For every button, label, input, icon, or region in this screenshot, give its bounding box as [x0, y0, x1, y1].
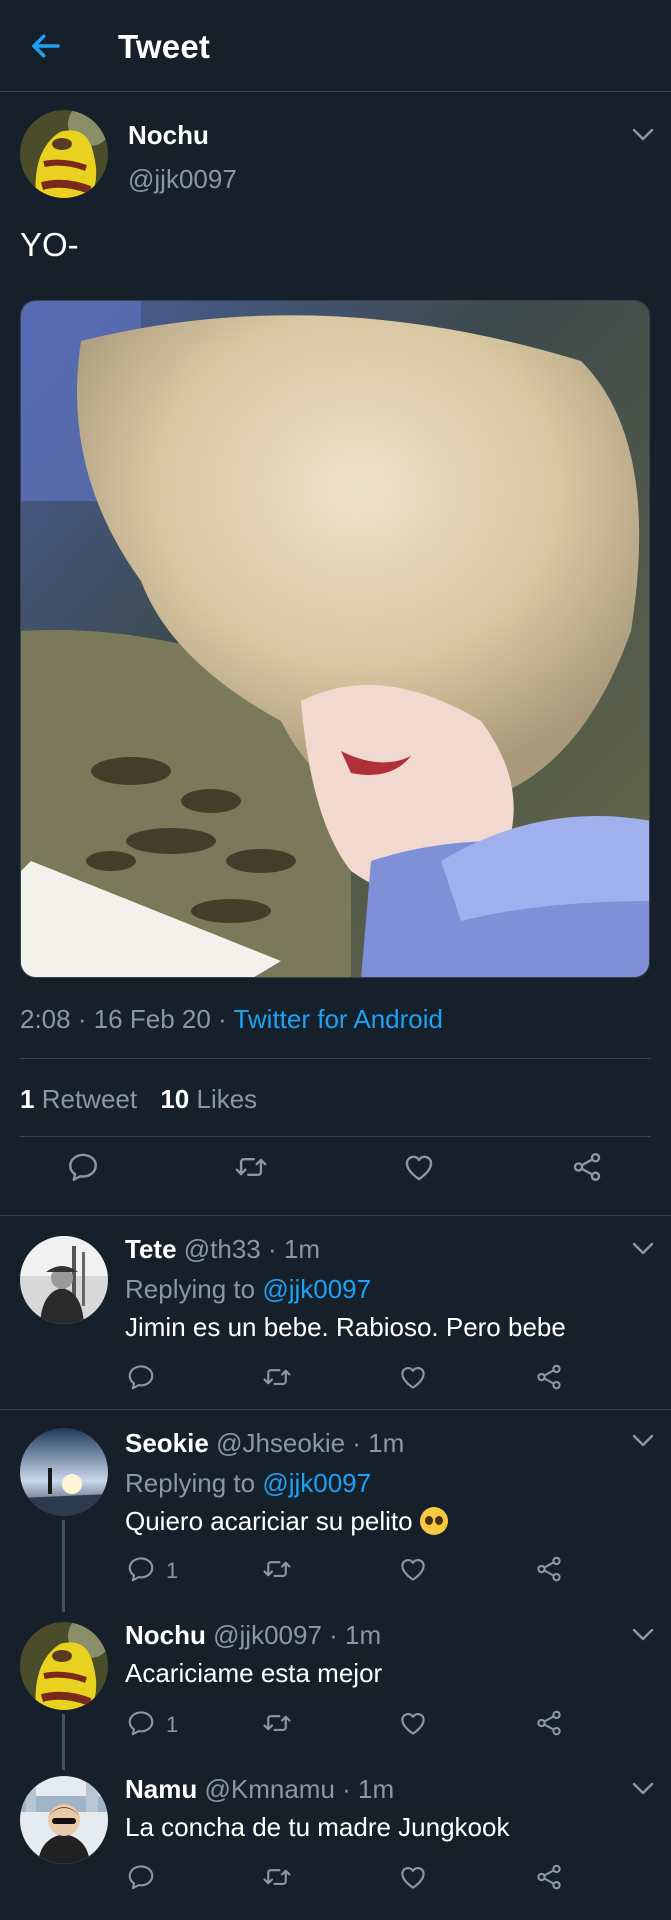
- arrow-left-icon[interactable]: [28, 28, 64, 64]
- chevron-down-icon[interactable]: [632, 1782, 654, 1796]
- top-bar: Tweet: [0, 0, 671, 92]
- avatar[interactable]: [20, 110, 108, 198]
- avatar[interactable]: [20, 1622, 108, 1710]
- like-icon[interactable]: [398, 1554, 428, 1584]
- like-icon[interactable]: [398, 1708, 428, 1738]
- like-icon[interactable]: [398, 1362, 428, 1392]
- reply-item[interactable]: Tete @th33 · 1m Replying to @jjk0097 Jim…: [0, 1216, 671, 1410]
- reply-text: Quiero acariciar su pelito: [125, 1506, 448, 1537]
- reply-icon[interactable]: [126, 1862, 156, 1892]
- share-icon[interactable]: [534, 1554, 564, 1584]
- share-icon[interactable]: [534, 1362, 564, 1392]
- share-icon[interactable]: [534, 1708, 564, 1738]
- reply-icon[interactable]: [126, 1554, 156, 1584]
- retweet-icon[interactable]: [262, 1362, 292, 1392]
- like-icon[interactable]: [398, 1862, 428, 1892]
- share-icon[interactable]: [570, 1150, 604, 1184]
- reply-header: Tete @th33 · 1m: [125, 1234, 320, 1265]
- reply-author-handle[interactable]: @Jhseokie · 1m: [216, 1428, 404, 1458]
- replying-to-link[interactable]: @jjk0097: [262, 1468, 371, 1498]
- retweet-icon[interactable]: [262, 1708, 292, 1738]
- reply-icon[interactable]: [126, 1708, 156, 1738]
- retweet-icon[interactable]: [262, 1862, 292, 1892]
- reply-author-handle[interactable]: @jjk0097 · 1m: [213, 1620, 381, 1650]
- tweet-text: YO-: [20, 226, 79, 263]
- chevron-down-icon[interactable]: [632, 1242, 654, 1256]
- reply-author-handle[interactable]: @th33 · 1m: [184, 1234, 320, 1264]
- reply-count: 1: [166, 1712, 179, 1737]
- replying-to-link[interactable]: @jjk0097: [262, 1274, 371, 1304]
- like-icon[interactable]: [402, 1150, 436, 1184]
- reply-author-name[interactable]: Tete: [125, 1234, 177, 1264]
- retweet-icon[interactable]: [234, 1150, 268, 1184]
- retweet-count[interactable]: 1 Retweet: [20, 1084, 137, 1114]
- like-count[interactable]: 10 Likes: [160, 1084, 257, 1114]
- avatar[interactable]: [20, 1428, 108, 1516]
- pleading-face-emoji: [419, 1507, 448, 1535]
- reply-header: Seokie @Jhseokie · 1m: [125, 1428, 404, 1459]
- reply-header: Nochu @jjk0097 · 1m: [125, 1620, 381, 1651]
- avatar[interactable]: [20, 1236, 108, 1324]
- reply-text: Jimin es un bebe. Rabioso. Pero bebe: [125, 1312, 566, 1342]
- tweet-photo[interactable]: [20, 300, 650, 978]
- replying-to: Replying to @jjk0097: [125, 1274, 372, 1304]
- reply-author-name[interactable]: Namu: [125, 1774, 197, 1804]
- reply-count: 1: [166, 1558, 179, 1583]
- reply-item[interactable]: Namu @Kmnamu · 1m La concha de tu madre …: [0, 1748, 671, 1920]
- author-name[interactable]: Nochu: [128, 120, 209, 151]
- reply-header: Namu @Kmnamu · 1m: [125, 1774, 394, 1805]
- share-icon[interactable]: [534, 1862, 564, 1892]
- reply-icon[interactable]: [126, 1362, 156, 1392]
- reply-text: Acariciame esta mejor: [125, 1658, 383, 1688]
- reply-item[interactable]: Seokie @Jhseokie · 1m Replying to @jjk00…: [0, 1410, 671, 1594]
- tweet-actions: [0, 1150, 671, 1190]
- reply-icon[interactable]: [66, 1150, 100, 1184]
- reply-author-name[interactable]: Seokie: [125, 1428, 209, 1458]
- reply-author-handle[interactable]: @Kmnamu · 1m: [204, 1774, 394, 1804]
- divider: [20, 1136, 651, 1137]
- tweet-stats: 1 Retweet 10 Likes: [20, 1084, 257, 1115]
- tweet-timestamp: 2:08 · 16 Feb 20 · Twitter for Android: [20, 1004, 443, 1034]
- chevron-down-icon[interactable]: [632, 128, 654, 142]
- replying-to: Replying to @jjk0097: [125, 1468, 372, 1498]
- retweet-icon[interactable]: [262, 1554, 292, 1584]
- chevron-down-icon[interactable]: [632, 1434, 654, 1448]
- reply-item[interactable]: Nochu @jjk0097 · 1m Acariciame esta mejo…: [0, 1594, 671, 1748]
- author-handle[interactable]: @jjk0097: [128, 164, 237, 195]
- tweet-source-link[interactable]: Twitter for Android: [233, 1004, 443, 1034]
- avatar[interactable]: [20, 1776, 108, 1864]
- reply-text: La concha de tu madre Jungkook: [125, 1812, 510, 1842]
- reply-author-name[interactable]: Nochu: [125, 1620, 206, 1650]
- main-tweet: Nochu @jjk0097 YO- 2:08 · 16 Feb 20 · Tw…: [0, 92, 671, 1216]
- chevron-down-icon[interactable]: [632, 1628, 654, 1642]
- divider: [20, 1058, 651, 1059]
- page-title: Tweet: [118, 28, 211, 65]
